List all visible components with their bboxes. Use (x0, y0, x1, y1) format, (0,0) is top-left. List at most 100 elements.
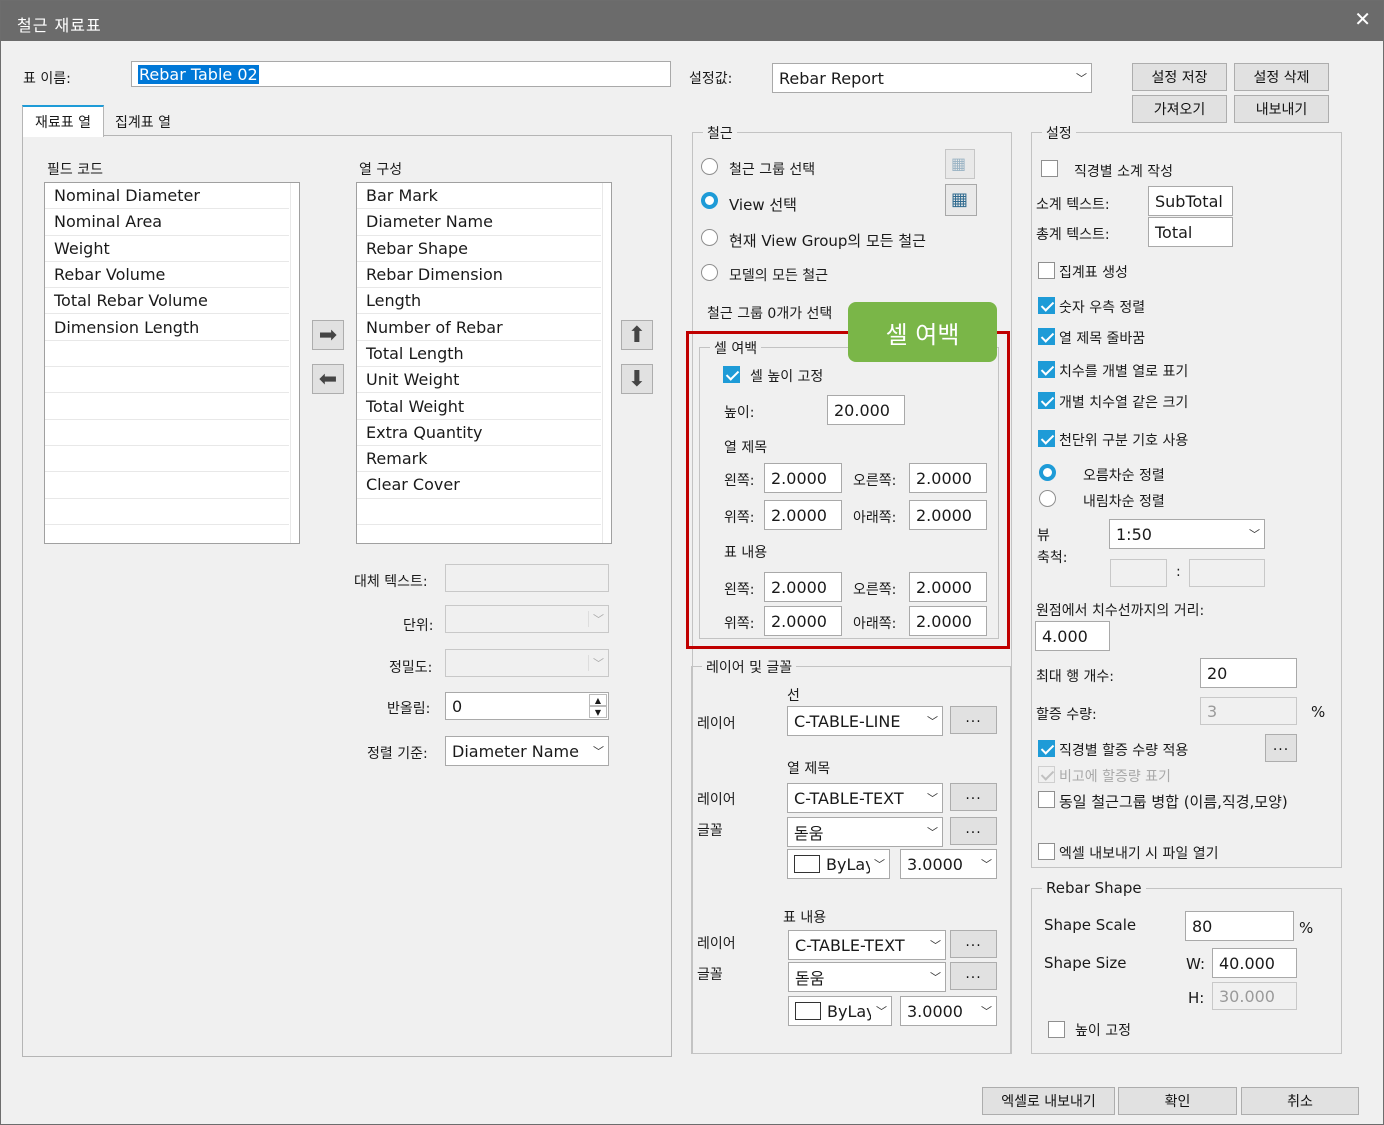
height-input[interactable]: 20.000 (827, 395, 905, 425)
stepper-up-icon[interactable]: ▲ (589, 694, 607, 706)
list-item[interactable]: Remark (357, 446, 601, 473)
list-item[interactable]: Bar Mark (357, 183, 601, 210)
shape-fix-height-checkbox[interactable] (1048, 1021, 1065, 1038)
list-item[interactable]: Extra Quantity (357, 420, 601, 446)
list-item[interactable]: Total Length (357, 341, 601, 368)
radio-current-view-group[interactable] (701, 229, 718, 246)
columns-list[interactable]: Bar Mark Diameter Name Rebar Shape Rebar… (356, 182, 612, 544)
sort-select[interactable]: Diameter Name ﹀ (445, 736, 609, 766)
list-item[interactable]: Rebar Shape (357, 236, 601, 262)
list-item[interactable]: Total Rebar Volume (45, 288, 289, 315)
apply-extra-by-dia-checkbox[interactable] (1038, 740, 1055, 757)
tab-rebar-columns[interactable]: 재료표 열 (22, 105, 104, 137)
line-layer-more-button[interactable]: ... (950, 706, 997, 734)
title-left-input[interactable]: 2.0000 (764, 463, 842, 493)
add-column-button[interactable]: ➡ (312, 320, 344, 350)
content-color-select[interactable]: ByLayer ﹀ (788, 996, 892, 1026)
column-title-wrap-checkbox[interactable] (1038, 328, 1055, 345)
radio-rebar-group[interactable] (701, 158, 718, 175)
extra-by-dia-more-button[interactable]: ... (1265, 734, 1297, 762)
content-font-more-button[interactable]: ... (950, 962, 997, 990)
list-item[interactable]: Rebar Volume (45, 262, 289, 289)
precision-select[interactable]: ﹀ (445, 649, 609, 677)
list-item[interactable]: Dimension Length (45, 314, 289, 341)
col-title-color-select[interactable]: ByLayer ﹀ (787, 849, 890, 879)
pick-rebar-group-button[interactable]: ▦ (945, 149, 975, 179)
export-excel-button[interactable]: 엑셀로 내보내기 (982, 1087, 1115, 1115)
chevron-down-icon: ﹀ (930, 939, 941, 952)
content-left-input[interactable]: 2.0000 (764, 572, 842, 602)
content-layer-more-button[interactable]: ... (950, 930, 997, 958)
move-up-button[interactable]: ⬆ (621, 320, 653, 350)
dim-separate-col-checkbox[interactable] (1038, 361, 1055, 378)
origin-dist-input[interactable]: 4.000 (1035, 621, 1110, 651)
content-bottom-input[interactable]: 2.0000 (909, 606, 987, 636)
list-item[interactable]: Total Weight (357, 393, 601, 420)
summary-create-checkbox[interactable] (1038, 262, 1055, 279)
subtotal-text-input[interactable]: SubTotal (1148, 186, 1233, 216)
custom-scale-a-input[interactable] (1110, 559, 1167, 587)
radio-model[interactable] (701, 264, 718, 281)
content-layer-select[interactable]: C-TABLE-TEXT ﹀ (788, 930, 946, 960)
subtotal-by-dia-checkbox[interactable] (1041, 160, 1058, 177)
cancel-button[interactable]: 취소 (1241, 1087, 1359, 1115)
ok-button[interactable]: 확인 (1118, 1087, 1237, 1115)
custom-scale-b-input[interactable] (1189, 559, 1265, 587)
list-item[interactable]: Diameter Name (357, 209, 601, 236)
list-item[interactable]: Length (357, 288, 601, 315)
list-item[interactable]: Nominal Area (45, 209, 289, 236)
list-item[interactable]: Unit Weight (357, 367, 601, 394)
same-size-cols-checkbox[interactable] (1038, 392, 1055, 409)
radio-ascending[interactable] (1039, 464, 1056, 481)
list-item[interactable]: Weight (45, 236, 289, 262)
export-button[interactable]: 내보내기 (1234, 95, 1329, 123)
show-extra-in-remark-checkbox[interactable] (1038, 766, 1055, 783)
col-title-font-more-button[interactable]: ... (950, 817, 997, 845)
radio-view[interactable] (701, 192, 718, 209)
content-right-input[interactable]: 2.0000 (909, 572, 987, 602)
shape-scale-input[interactable]: 80 (1185, 911, 1294, 941)
table-name-input[interactable]: Rebar Table 02 (131, 61, 671, 87)
shape-w-input[interactable]: 40.000 (1212, 948, 1297, 978)
remove-column-button[interactable]: ⬅ (312, 364, 344, 394)
list-item[interactable]: Clear Cover (357, 472, 601, 499)
title-top-input[interactable]: 2.0000 (764, 500, 842, 530)
title-right-input[interactable]: 2.0000 (909, 463, 987, 493)
preset-select[interactable]: Rebar Report ﹀ (772, 63, 1092, 93)
import-button[interactable]: 가져오기 (1132, 95, 1227, 123)
content-font-select[interactable]: 돋움 ﹀ (788, 962, 946, 992)
content-top-input[interactable]: 2.0000 (764, 606, 842, 636)
radio-descending[interactable] (1039, 490, 1056, 507)
fix-height-checkbox[interactable] (723, 366, 740, 383)
delete-preset-button[interactable]: 설정 삭제 (1234, 63, 1329, 91)
title-bottom-input[interactable]: 2.0000 (909, 500, 987, 530)
field-codes-list[interactable]: Nominal Diameter Nominal Area Weight Reb… (44, 182, 300, 544)
unit-select[interactable]: ﹀ (445, 605, 609, 633)
shape-h-input[interactable]: 30.000 (1212, 982, 1297, 1010)
open-after-export-checkbox[interactable] (1038, 843, 1055, 860)
save-preset-button[interactable]: 설정 저장 (1132, 63, 1227, 91)
close-icon[interactable]: ✕ (1354, 9, 1371, 29)
list-item[interactable]: Nominal Diameter (45, 183, 289, 210)
col-title-layer-more-button[interactable]: ... (950, 783, 997, 811)
stepper-down-icon[interactable]: ▼ (589, 706, 607, 718)
line-layer-select[interactable]: C-TABLE-LINE ﹀ (787, 706, 943, 736)
extra-qty-input[interactable]: 3 (1200, 697, 1297, 725)
pick-view-button[interactable]: ▦ (945, 184, 977, 216)
col-title-font-select[interactable]: 돋움 ﹀ (787, 817, 943, 847)
view-scale-select[interactable]: 1:50 ﹀ (1109, 519, 1265, 549)
tab-summary-columns[interactable]: 집계표 열 (105, 108, 181, 135)
list-item[interactable]: Number of Rebar (357, 314, 601, 341)
col-title-size-select[interactable]: 3.0000 ﹀ (900, 849, 997, 879)
number-right-align-checkbox[interactable] (1038, 297, 1055, 314)
rounding-stepper[interactable]: 0 ▲ ▼ (445, 692, 609, 720)
thousand-sep-checkbox[interactable] (1038, 430, 1055, 447)
move-down-button[interactable]: ⬇ (621, 364, 653, 394)
list-item[interactable]: Rebar Dimension (357, 262, 601, 289)
alt-text-input[interactable] (445, 564, 609, 592)
total-text-input[interactable]: Total (1148, 217, 1233, 247)
content-size-select[interactable]: 3.0000 ﹀ (900, 996, 997, 1026)
col-title-layer-select[interactable]: C-TABLE-TEXT ﹀ (787, 783, 943, 813)
merge-same-group-checkbox[interactable] (1038, 791, 1055, 808)
max-rows-input[interactable]: 20 (1200, 658, 1297, 688)
